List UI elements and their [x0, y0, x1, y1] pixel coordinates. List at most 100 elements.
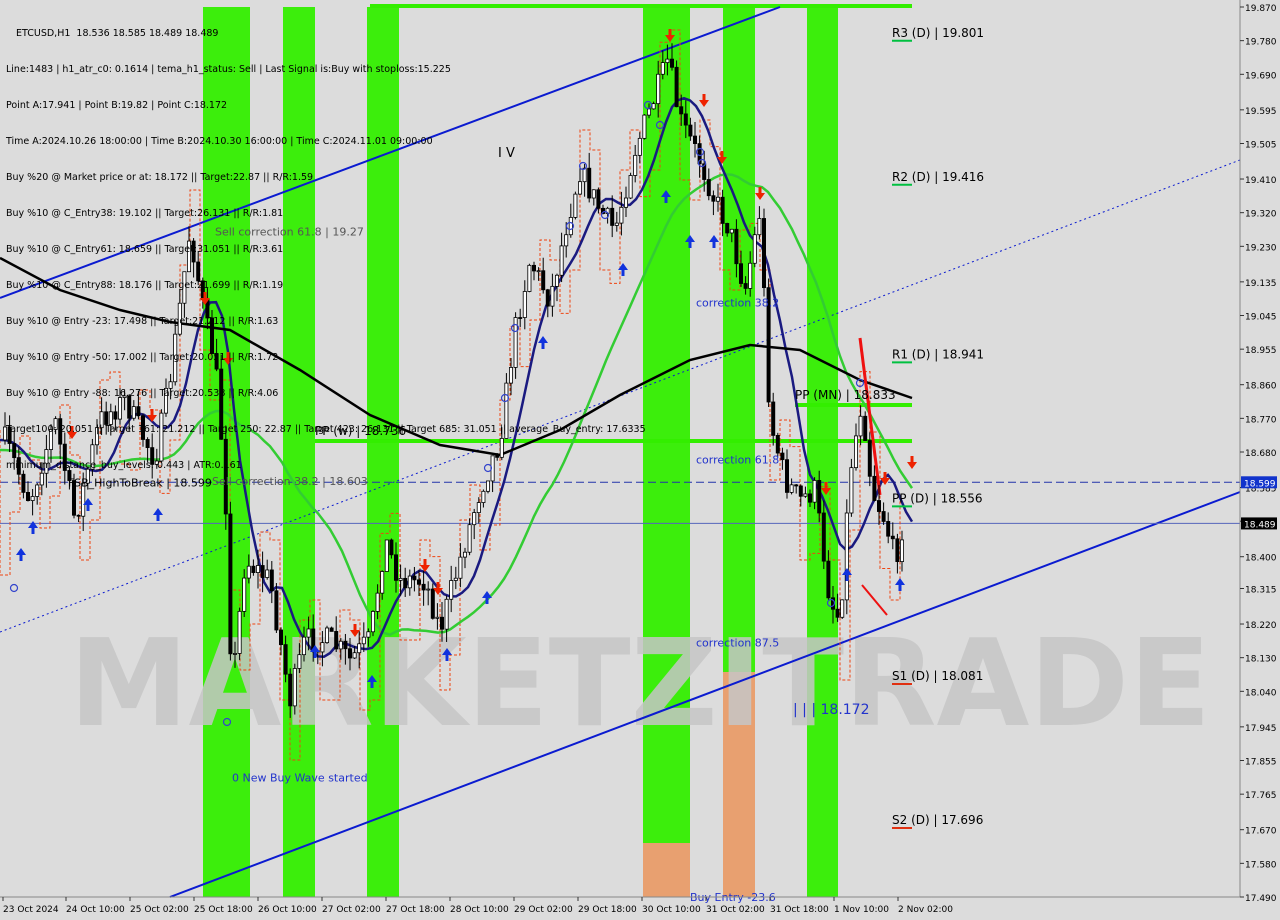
y-tick-label: 19.045 — [1245, 313, 1277, 323]
candle-body — [858, 415, 863, 437]
candle-body — [352, 652, 357, 659]
candle-body — [426, 588, 431, 591]
info-line: Buy %10 @ Entry -88: 16.276 || Target:20… — [6, 388, 279, 399]
candle-body — [711, 195, 716, 202]
candle-body — [260, 565, 265, 578]
pivot-label: R1 (D) | 18.941 — [892, 347, 984, 361]
candle-body — [347, 648, 352, 659]
y-tick-label: 18.400 — [1245, 554, 1277, 564]
candle-body — [306, 628, 311, 638]
candle-body — [651, 103, 656, 110]
candle-body — [283, 644, 288, 675]
candle-body — [228, 513, 233, 655]
candle-body — [246, 565, 251, 579]
y-tick-label: 17.765 — [1245, 791, 1277, 801]
candle-body — [380, 571, 385, 594]
candle-body — [255, 565, 260, 573]
y-tick-label: 19.320 — [1245, 210, 1277, 220]
candle-body — [430, 588, 435, 619]
candle-body — [251, 565, 256, 573]
info-line: Time A:2024.10.26 18:00:00 | Time B:2024… — [6, 136, 433, 147]
candle-body — [877, 500, 882, 512]
pivot-label: R2 (D) | 19.416 — [892, 170, 984, 184]
candle-body — [706, 179, 711, 197]
candle-body — [334, 631, 339, 650]
candle-body — [292, 668, 297, 707]
candle-body — [329, 627, 334, 632]
candle-body — [370, 611, 375, 633]
candle-body — [835, 608, 840, 618]
candle-body — [439, 616, 444, 630]
candle-body — [785, 459, 790, 493]
candle-body — [729, 228, 734, 234]
y-tick-label: 18.130 — [1245, 655, 1277, 665]
candle-body — [693, 135, 698, 144]
pivot-label: R3 (D) | 19.801 — [892, 26, 984, 40]
candle-body — [462, 551, 467, 558]
info-line: minimum_distance_buy_levels: 0.443 | ATR… — [6, 460, 242, 471]
candle-body — [269, 569, 274, 592]
annotation-label: correction 38.2 — [696, 296, 779, 309]
y-tick-label: 18.315 — [1245, 585, 1277, 595]
candle-body — [771, 401, 776, 436]
y-tick-label: 19.230 — [1245, 243, 1277, 253]
candle-body — [416, 579, 421, 585]
candle-body — [458, 556, 463, 579]
candle-body — [647, 108, 652, 116]
x-tick-label: 27 Oct 02:00 — [322, 905, 381, 915]
candle-body — [242, 577, 247, 612]
axis-background — [1240, 0, 1280, 920]
candle-body — [412, 575, 417, 581]
info-panel: ETCUSD,H1 18.536 18.585 18.489 18.489 Li… — [6, 4, 646, 484]
price-tag-label: 18.599 — [1244, 479, 1276, 489]
candle-body — [739, 263, 744, 284]
annotation-label: | | | 18.172 — [793, 702, 870, 718]
candle-body — [476, 502, 481, 514]
price-tag-label: 18.489 — [1244, 520, 1276, 530]
info-line: Buy %10 @ Entry -23: 17.498 || Target:21… — [6, 316, 279, 327]
annotation-label: PP (MN) | 18.833 — [795, 388, 896, 402]
candle-body — [812, 480, 817, 503]
candle-body — [366, 631, 371, 638]
candle-body — [361, 636, 366, 645]
y-tick-label: 19.410 — [1245, 176, 1277, 186]
candle-body — [665, 58, 670, 63]
pivot-label: S1 (D) | 18.081 — [892, 669, 983, 683]
candle-body — [357, 643, 362, 654]
candle-body — [467, 524, 472, 553]
candle-body — [780, 452, 785, 461]
candle-body — [481, 490, 486, 503]
candle-body — [720, 196, 725, 224]
y-tick-label: 18.860 — [1245, 382, 1277, 392]
candle-body — [453, 577, 458, 581]
y-tick-label: 17.580 — [1245, 860, 1277, 870]
x-tick-label: 29 Oct 18:00 — [578, 905, 637, 915]
candle-body — [881, 511, 886, 522]
candle-body — [752, 234, 757, 264]
candle-body — [867, 440, 872, 477]
candle-body — [656, 73, 661, 105]
candle-body — [840, 599, 845, 618]
candle-body — [670, 58, 675, 68]
y-tick-label: 18.680 — [1245, 449, 1277, 459]
candle-body — [743, 283, 748, 289]
info-line: Target100: 20.051 || Target 161: 21.212 … — [6, 424, 646, 435]
candle-body — [384, 539, 389, 572]
candle-body — [734, 228, 739, 265]
candle-body — [900, 539, 905, 562]
candle-body — [421, 583, 426, 591]
candle-body — [863, 415, 868, 441]
pivot-label: S2 (D) | 17.696 — [892, 813, 983, 827]
candle-body — [854, 435, 859, 469]
candle-body — [808, 493, 813, 503]
y-tick-label: 17.945 — [1245, 724, 1277, 734]
candle-body — [757, 218, 762, 236]
candle-body — [435, 616, 440, 619]
x-tick-label: 29 Oct 02:00 — [514, 905, 573, 915]
candle-body — [789, 484, 794, 493]
candle-body — [35, 484, 40, 497]
candle-body — [237, 610, 242, 654]
candle-body — [324, 627, 329, 644]
pivot-label: PP (D) | 18.556 — [892, 491, 983, 505]
candle-body — [444, 598, 449, 630]
